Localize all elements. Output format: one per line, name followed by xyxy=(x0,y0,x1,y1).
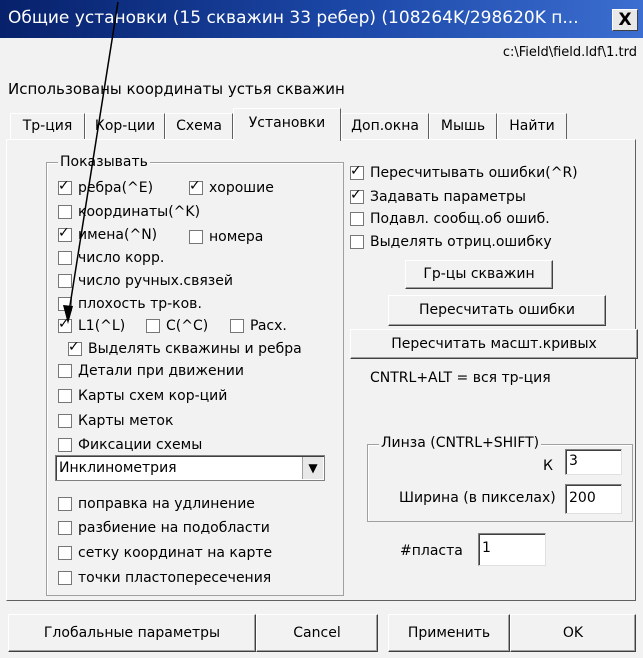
layer-label: #пласта xyxy=(400,543,463,559)
checkbox-divergence[interactable]: Pacx. xyxy=(230,316,287,336)
checkbox-track-badness[interactable]: плохость тр-ков. xyxy=(58,294,202,314)
checkbox-names[interactable]: ✓ имена(^N) xyxy=(58,225,157,245)
dropdown-arrow-icon[interactable]: ▼ xyxy=(302,457,323,479)
checkbox-c[interactable]: C(^C) xyxy=(146,316,208,336)
cancel-button[interactable]: Cancel xyxy=(256,614,378,652)
checkbox-set-params[interactable]: ✓ Задавать параметры xyxy=(350,187,526,207)
recalc-scale-button[interactable]: Пересчитать масшт.кривых xyxy=(350,329,638,359)
mode-dropdown[interactable]: Инклинометрия ▼ xyxy=(55,455,325,481)
checkbox-highlight-wells[interactable]: ✓ Выделять скважины и ребра xyxy=(68,339,302,359)
checkbox-numbers[interactable]: номера xyxy=(189,227,263,247)
checkbox-subregions[interactable]: разбиение на подобласти xyxy=(58,518,270,538)
checkbox-suppress-messages[interactable]: Подавл. сообщ.об ошиб. xyxy=(350,209,550,229)
k-input[interactable]: 3 xyxy=(565,449,622,475)
checkbox-motion-details[interactable]: Детали при движении xyxy=(58,361,244,381)
show-group-caption: Показывать xyxy=(58,154,150,170)
checkbox-recalc-errors[interactable]: ✓ Пересчитывать ошибки(^R) xyxy=(350,163,578,183)
lens-group-caption: Линза (CNTRL+SHIFT) xyxy=(379,435,542,451)
layer-input[interactable]: 1 xyxy=(478,533,546,566)
checkbox-box[interactable]: ✓ xyxy=(58,316,72,333)
checkbox-elongation-correction[interactable]: поправка на удлинение xyxy=(58,494,255,514)
checkbox-box[interactable]: ✓ xyxy=(58,225,72,242)
checkbox-coordinates[interactable]: координаты(^K) xyxy=(58,202,200,222)
width-input[interactable]: 200 xyxy=(565,484,622,514)
checkbox-box[interactable]: ✓ xyxy=(58,178,72,195)
width-label: Ширина (в пикселах) xyxy=(399,490,556,506)
checkbox-box[interactable] xyxy=(58,546,72,560)
apply-button[interactable]: Применить xyxy=(388,614,510,652)
recalc-errors-button[interactable]: Пересчитать ошибки xyxy=(388,295,606,326)
checkbox-coordinate-grid[interactable]: сетку координат на карте xyxy=(58,543,272,563)
checkbox-box[interactable] xyxy=(58,364,72,378)
k-label: К xyxy=(543,458,553,474)
settings-dialog: Общие установки (15 скважин 33 ребер) (1… xyxy=(0,0,643,658)
checkbox-box[interactable] xyxy=(58,251,72,265)
checkbox-box[interactable]: ✓ xyxy=(68,339,82,356)
checkbox-box[interactable]: ✓ xyxy=(350,163,364,180)
checkbox-mark-maps[interactable]: Карты меток xyxy=(58,411,173,431)
checkbox-box[interactable] xyxy=(350,212,364,226)
checkbox-box[interactable]: ✓ xyxy=(189,178,203,195)
checkbox-l1[interactable]: ✓ L1(^L) xyxy=(58,316,125,336)
checkbox-box[interactable] xyxy=(58,389,72,403)
checkbox-box[interactable] xyxy=(58,274,72,288)
checkbox-box[interactable] xyxy=(58,205,72,219)
dropdown-value: Инклинометрия xyxy=(59,460,177,476)
checkbox-edges[interactable]: ✓ ребра(^E) xyxy=(58,178,153,198)
checkbox-corr-count[interactable]: число корр. xyxy=(58,248,164,268)
checkbox-box[interactable] xyxy=(58,438,72,452)
checkbox-box[interactable] xyxy=(350,235,364,249)
checkbox-layer-intersections[interactable]: точки пластопересечения xyxy=(58,568,271,588)
checkbox-good[interactable]: ✓ хорошие xyxy=(189,178,274,198)
checkbox-box[interactable] xyxy=(146,319,160,333)
checkbox-highlight-negative[interactable]: Выделять отриц.ошибку xyxy=(350,232,552,252)
checkbox-manual-links[interactable]: число ручных.связей xyxy=(58,271,233,291)
global-params-button[interactable]: Глобальные параметры xyxy=(8,614,256,652)
checkbox-box[interactable] xyxy=(58,297,72,311)
ok-button[interactable]: OK xyxy=(510,614,636,652)
well-bounds-button[interactable]: Гр-цы скважин xyxy=(405,260,553,289)
checkbox-box[interactable] xyxy=(58,521,72,535)
checkbox-box[interactable] xyxy=(230,319,244,333)
checkbox-box[interactable]: ✓ xyxy=(350,187,364,204)
hint-text: CNTRL+ALT = вся тр-ция xyxy=(370,370,551,386)
checkbox-box[interactable] xyxy=(58,414,72,428)
checkbox-scheme-fixations[interactable]: Фиксации схемы xyxy=(58,435,202,455)
checkbox-corr-scheme-maps[interactable]: Карты схем кор-ций xyxy=(58,386,227,406)
checkbox-box[interactable] xyxy=(58,571,72,585)
checkbox-box[interactable] xyxy=(189,230,203,244)
checkbox-box[interactable] xyxy=(58,497,72,511)
